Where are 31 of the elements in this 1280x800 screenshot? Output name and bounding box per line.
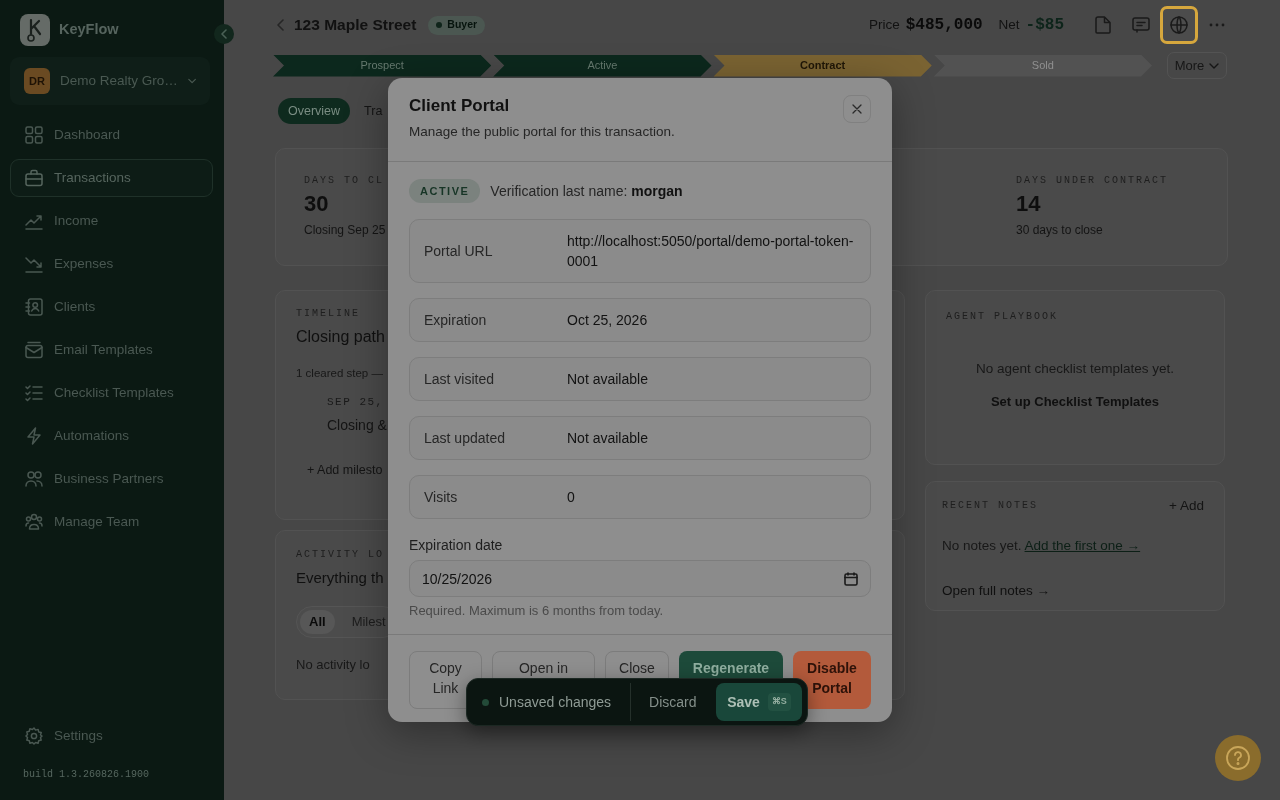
price-value: $485,000 xyxy=(905,15,983,36)
stat-value: 14 xyxy=(1016,190,1041,218)
pipeline-stage: Prospect xyxy=(273,54,492,77)
info-label: Visits xyxy=(424,488,459,507)
keyboard-shortcut: ⌘S xyxy=(767,693,791,711)
stat-value: 30 xyxy=(304,190,329,218)
field-label: Expiration date xyxy=(409,536,503,554)
pipeline-stage: Sold xyxy=(933,54,1152,77)
info-value: http://localhost:5050/portal/demo-portal-token-0001 xyxy=(567,232,855,271)
verification-text: Verification last name: morgan xyxy=(490,181,683,201)
net-value: -$85 xyxy=(1025,15,1064,36)
info-value: Not available xyxy=(567,429,649,448)
dialog-subtitle: Manage the public portal for this transaction. xyxy=(409,123,675,141)
pipeline-stage: Contract xyxy=(713,54,932,77)
info-label: Last updated xyxy=(424,429,506,448)
section-title: Closing path xyxy=(296,327,385,347)
role-label: Buyer xyxy=(447,17,478,33)
info-value: Oct 25, 2026 xyxy=(567,311,649,330)
organization-avatar: DR xyxy=(24,68,50,94)
pipeline-stage: Active xyxy=(493,54,712,77)
dialog-title: Client Portal xyxy=(409,95,510,117)
info-label: Portal URL xyxy=(424,242,494,261)
brand-name: KeyFlow xyxy=(59,20,119,40)
portal-status: ACTIVE xyxy=(409,179,481,203)
field-hint: Required. Maximum is 6 months from today. xyxy=(409,603,664,619)
info-value: 0 xyxy=(567,488,576,507)
info-value: Not available xyxy=(567,370,649,389)
info-label: Expiration xyxy=(424,311,488,330)
build-version: build 1.3.260826.1900 xyxy=(22,769,150,780)
info-label: Last visited xyxy=(424,370,496,389)
unsaved-status-text: Unsaved changes xyxy=(499,692,612,712)
